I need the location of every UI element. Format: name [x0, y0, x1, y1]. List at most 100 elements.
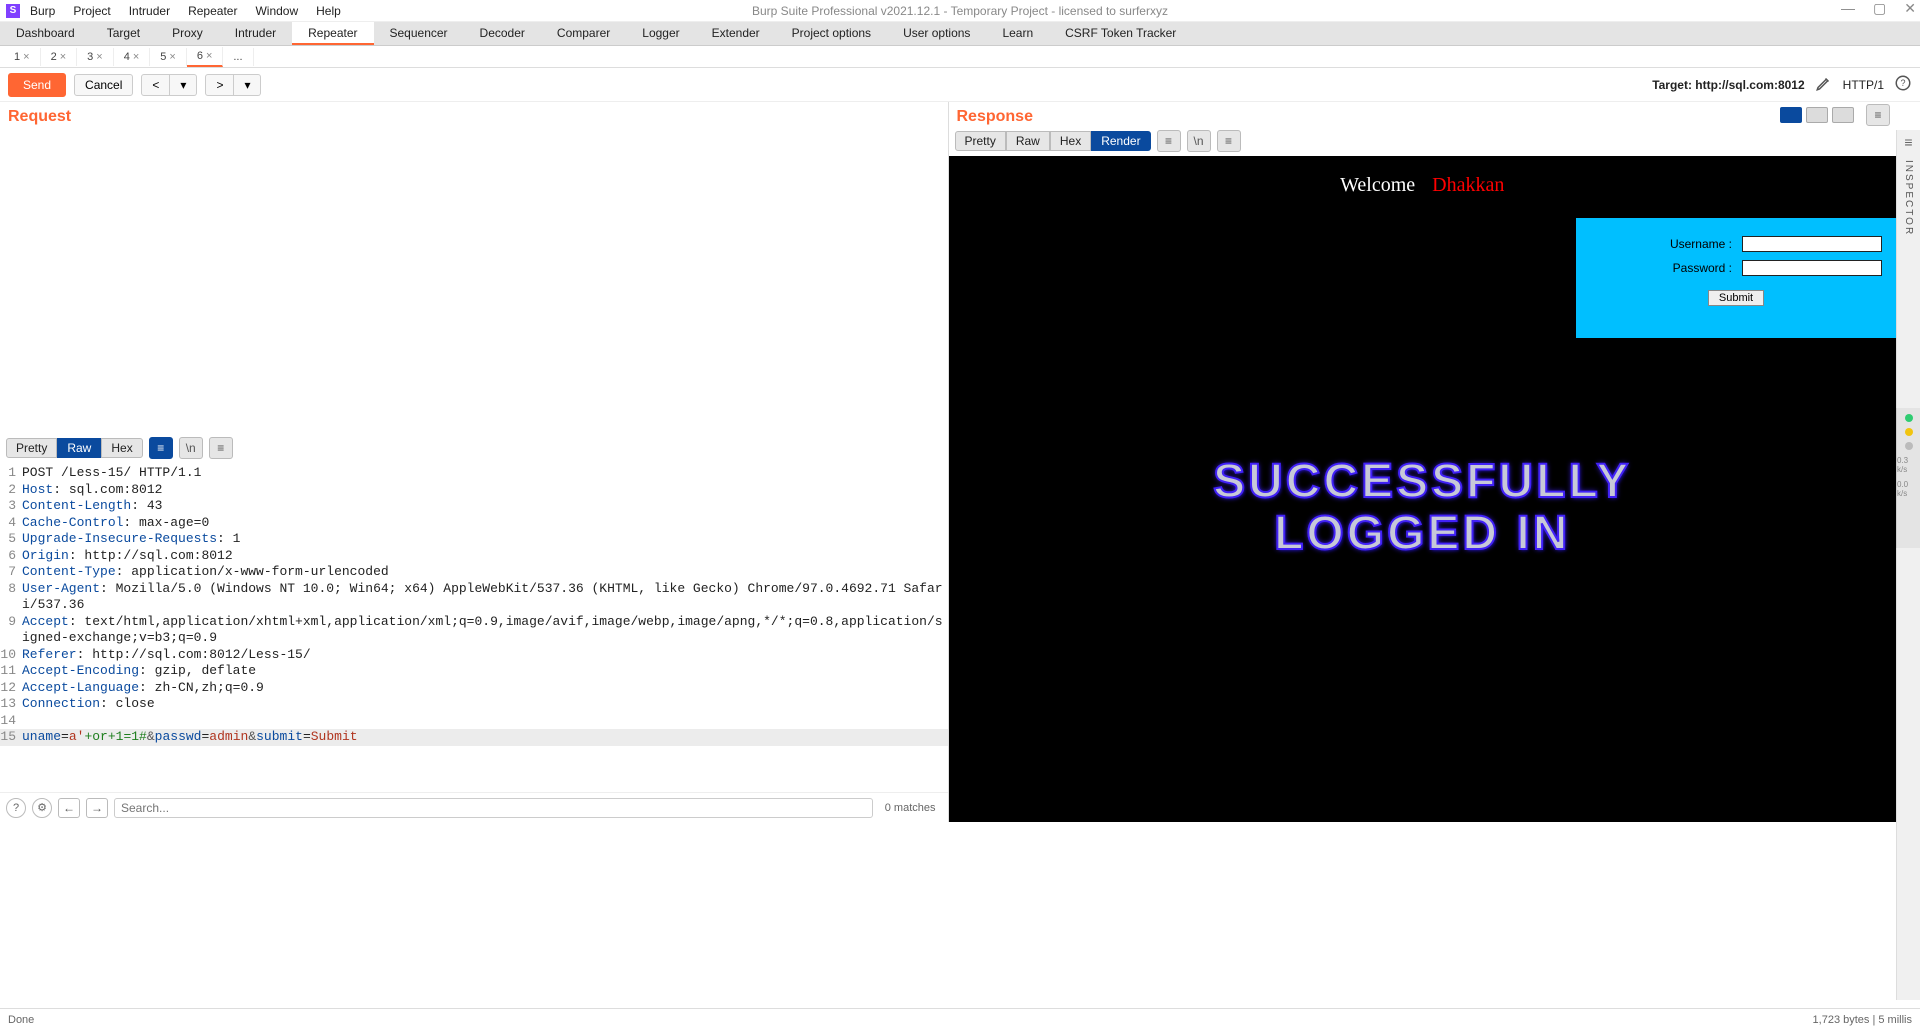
- subtab-2[interactable]: 2×: [41, 48, 78, 66]
- menu-burp[interactable]: Burp: [30, 4, 55, 18]
- svg-text:?: ?: [1900, 78, 1905, 88]
- welcome-text: Welcome Dhakkan: [949, 174, 1897, 197]
- search-next-button[interactable]: →: [86, 798, 108, 818]
- activity-strip: 0.3 k/s 0.0 k/s: [1896, 408, 1920, 548]
- request-view-hex[interactable]: Hex: [101, 438, 142, 458]
- menu-window[interactable]: Window: [255, 4, 298, 18]
- subtab-4[interactable]: 4×: [114, 48, 151, 66]
- tab-user-options[interactable]: User options: [887, 22, 986, 45]
- request-view-raw[interactable]: Raw: [57, 438, 101, 458]
- search-help-icon[interactable]: ?: [6, 798, 26, 818]
- username-field[interactable]: [1742, 236, 1882, 252]
- close-icon[interactable]: ×: [206, 50, 212, 62]
- tab-dashboard[interactable]: Dashboard: [0, 22, 91, 45]
- rendered-response: Welcome Dhakkan Username : Password : Su…: [949, 156, 1897, 822]
- request-view-pretty[interactable]: Pretty: [6, 438, 57, 458]
- password-label: Password :: [1673, 261, 1732, 275]
- edit-target-icon[interactable]: [1815, 74, 1833, 95]
- close-icon[interactable]: ×: [133, 51, 139, 63]
- tab-project-options[interactable]: Project options: [776, 22, 887, 45]
- response-newline-icon[interactable]: \n: [1187, 130, 1211, 152]
- response-title: Response: [949, 102, 1781, 128]
- request-hamburger-icon[interactable]: ≡: [209, 437, 233, 459]
- rate-bottom: 0.0 k/s: [1897, 480, 1920, 498]
- response-view-hex[interactable]: Hex: [1050, 131, 1091, 151]
- response-view-render[interactable]: Render: [1091, 131, 1150, 151]
- history-forward-group: > ▾: [205, 74, 261, 96]
- subtab-3[interactable]: 3×: [77, 48, 114, 66]
- request-view-tabs: Pretty Raw Hex ≡ \n ≡: [0, 435, 948, 463]
- layout-tabs-icon[interactable]: [1832, 107, 1854, 123]
- response-hamburger-icon[interactable]: ≡: [1866, 104, 1890, 126]
- search-prev-button[interactable]: ←: [58, 798, 80, 818]
- response-hamburger2-icon[interactable]: ≡: [1217, 130, 1241, 152]
- tool-tabs: Dashboard Target Proxy Intruder Repeater…: [0, 22, 1920, 46]
- rate-top: 0.3 k/s: [1897, 456, 1920, 474]
- tab-decoder[interactable]: Decoder: [464, 22, 541, 45]
- tab-csrf-tracker[interactable]: CSRF Token Tracker: [1049, 22, 1192, 45]
- protocol-label[interactable]: HTTP/1: [1843, 78, 1884, 92]
- minimize-button[interactable]: —: [1841, 0, 1855, 17]
- history-back-dropdown[interactable]: ▾: [170, 74, 197, 96]
- response-view-raw[interactable]: Raw: [1006, 131, 1050, 151]
- close-button[interactable]: ✕: [1904, 0, 1916, 17]
- request-view-actions-icon[interactable]: ≡: [149, 437, 173, 459]
- password-field[interactable]: [1742, 260, 1882, 276]
- menubar: S Burp Project Intruder Repeater Window …: [0, 0, 1920, 22]
- inspector-strip[interactable]: ≡ INSPECTOR: [1896, 130, 1920, 1000]
- history-back-button[interactable]: <: [141, 74, 170, 96]
- send-button[interactable]: Send: [8, 73, 66, 97]
- menu-project[interactable]: Project: [73, 4, 110, 18]
- tab-logger[interactable]: Logger: [626, 22, 695, 45]
- close-icon[interactable]: ×: [96, 51, 102, 63]
- response-actions-icon[interactable]: ≡: [1157, 130, 1181, 152]
- search-settings-icon[interactable]: ⚙: [32, 798, 52, 818]
- status-left: Done: [8, 1014, 34, 1026]
- tab-intruder[interactable]: Intruder: [219, 22, 292, 45]
- repeater-subtabs: 1× 2× 3× 4× 5× 6× ...: [0, 46, 1920, 68]
- status-dot-green: [1905, 414, 1913, 422]
- layout-toggle: [1780, 107, 1854, 123]
- tab-proxy[interactable]: Proxy: [156, 22, 219, 45]
- search-input[interactable]: [114, 798, 873, 818]
- subtab-6[interactable]: 6×: [187, 47, 224, 67]
- subtab-1[interactable]: 1×: [4, 48, 41, 66]
- menu-intruder[interactable]: Intruder: [129, 4, 170, 18]
- history-forward-button[interactable]: >: [205, 74, 234, 96]
- layout-columns-icon[interactable]: [1780, 107, 1802, 123]
- request-panel: Request Pretty Raw Hex ≡ \n ≡ 1POST /Les…: [0, 102, 949, 822]
- tab-comparer[interactable]: Comparer: [541, 22, 626, 45]
- action-bar: Send Cancel < ▾ > ▾ Target: http://sql.c…: [0, 68, 1920, 102]
- close-icon[interactable]: ×: [23, 51, 29, 63]
- status-right: 1,723 bytes | 5 millis: [1813, 1014, 1912, 1026]
- close-icon[interactable]: ×: [169, 51, 175, 63]
- cancel-button[interactable]: Cancel: [74, 74, 133, 96]
- welcome-prefix: Welcome: [1340, 174, 1415, 196]
- close-icon[interactable]: ×: [60, 51, 66, 63]
- help-icon[interactable]: ?: [1894, 74, 1912, 95]
- tab-target[interactable]: Target: [91, 22, 156, 45]
- request-newline-icon[interactable]: \n: [179, 437, 203, 459]
- target-label: Target: http://sql.com:8012: [1652, 78, 1804, 92]
- history-forward-dropdown[interactable]: ▾: [234, 74, 261, 96]
- tab-learn[interactable]: Learn: [986, 22, 1049, 45]
- menu-repeater[interactable]: Repeater: [188, 4, 237, 18]
- request-search-footer: ? ⚙ ← → 0 matches: [0, 792, 948, 822]
- response-view-pretty[interactable]: Pretty: [955, 131, 1006, 151]
- menu-help[interactable]: Help: [316, 4, 341, 18]
- layout-rows-icon[interactable]: [1806, 107, 1828, 123]
- history-back-group: < ▾: [141, 74, 197, 96]
- subtab-5[interactable]: 5×: [150, 48, 187, 66]
- search-matches-label: 0 matches: [879, 802, 942, 814]
- tab-sequencer[interactable]: Sequencer: [374, 22, 464, 45]
- tab-extender[interactable]: Extender: [696, 22, 776, 45]
- subtab-overflow[interactable]: ...: [223, 48, 253, 66]
- maximize-button[interactable]: ▢: [1873, 0, 1886, 17]
- status-dot-grey: [1905, 442, 1913, 450]
- tab-repeater[interactable]: Repeater: [292, 22, 373, 45]
- inspector-toggle-icon[interactable]: ≡: [1904, 134, 1912, 150]
- request-editor[interactable]: 1POST /Less-15/ HTTP/1.12Host: sql.com:8…: [0, 463, 948, 792]
- login-submit-button[interactable]: Submit: [1708, 290, 1764, 306]
- app-icon: S: [6, 4, 20, 18]
- window-controls: — ▢ ✕: [1841, 0, 1916, 17]
